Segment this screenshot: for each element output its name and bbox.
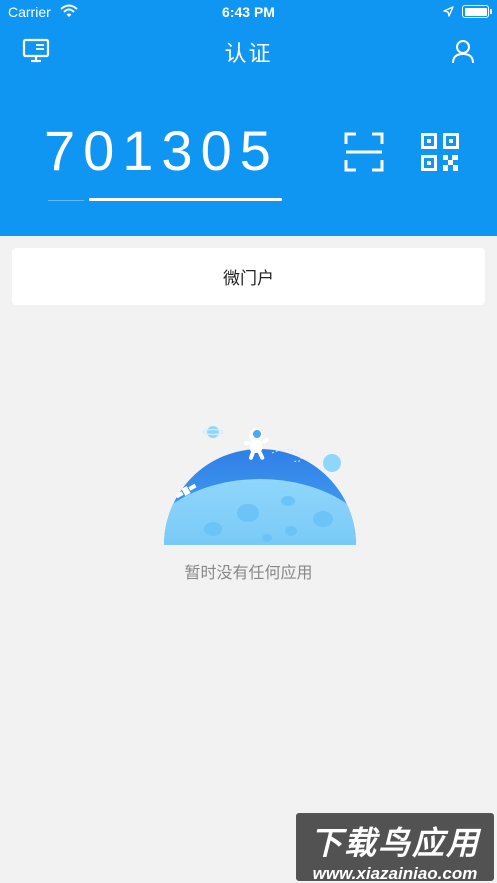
code-underline xyxy=(89,198,282,201)
page-title: 认证 xyxy=(224,42,273,67)
watermark-title: 下载鸟应用 xyxy=(309,824,480,862)
auth-header: Carrier 6:43 PM 认证 701305 xyxy=(0,0,497,236)
watermark-logo: 下载鸟应用 www.xiazainiao.com xyxy=(296,813,494,883)
qr-code-icon[interactable] xyxy=(421,133,459,171)
tab-portal[interactable]: 微门户 xyxy=(12,248,485,305)
empty-state-message: 暂时没有任何应用 xyxy=(184,563,313,582)
auth-code: 701305 xyxy=(44,119,279,182)
status-bar: Carrier 6:43 PM xyxy=(0,0,497,26)
watermark-url: www.xiazainiao.com xyxy=(312,864,478,883)
status-time: 6:43 PM xyxy=(222,4,275,20)
user-icon[interactable] xyxy=(450,38,476,64)
code-underline-faint xyxy=(48,200,84,201)
battery-cap xyxy=(490,9,492,14)
tab-portal-label: 微门户 xyxy=(223,269,274,289)
location-arrow-icon xyxy=(443,6,454,17)
scan-icon[interactable] xyxy=(344,132,384,172)
battery-icon xyxy=(462,5,489,18)
astronaut-planet-illustration xyxy=(164,426,356,545)
